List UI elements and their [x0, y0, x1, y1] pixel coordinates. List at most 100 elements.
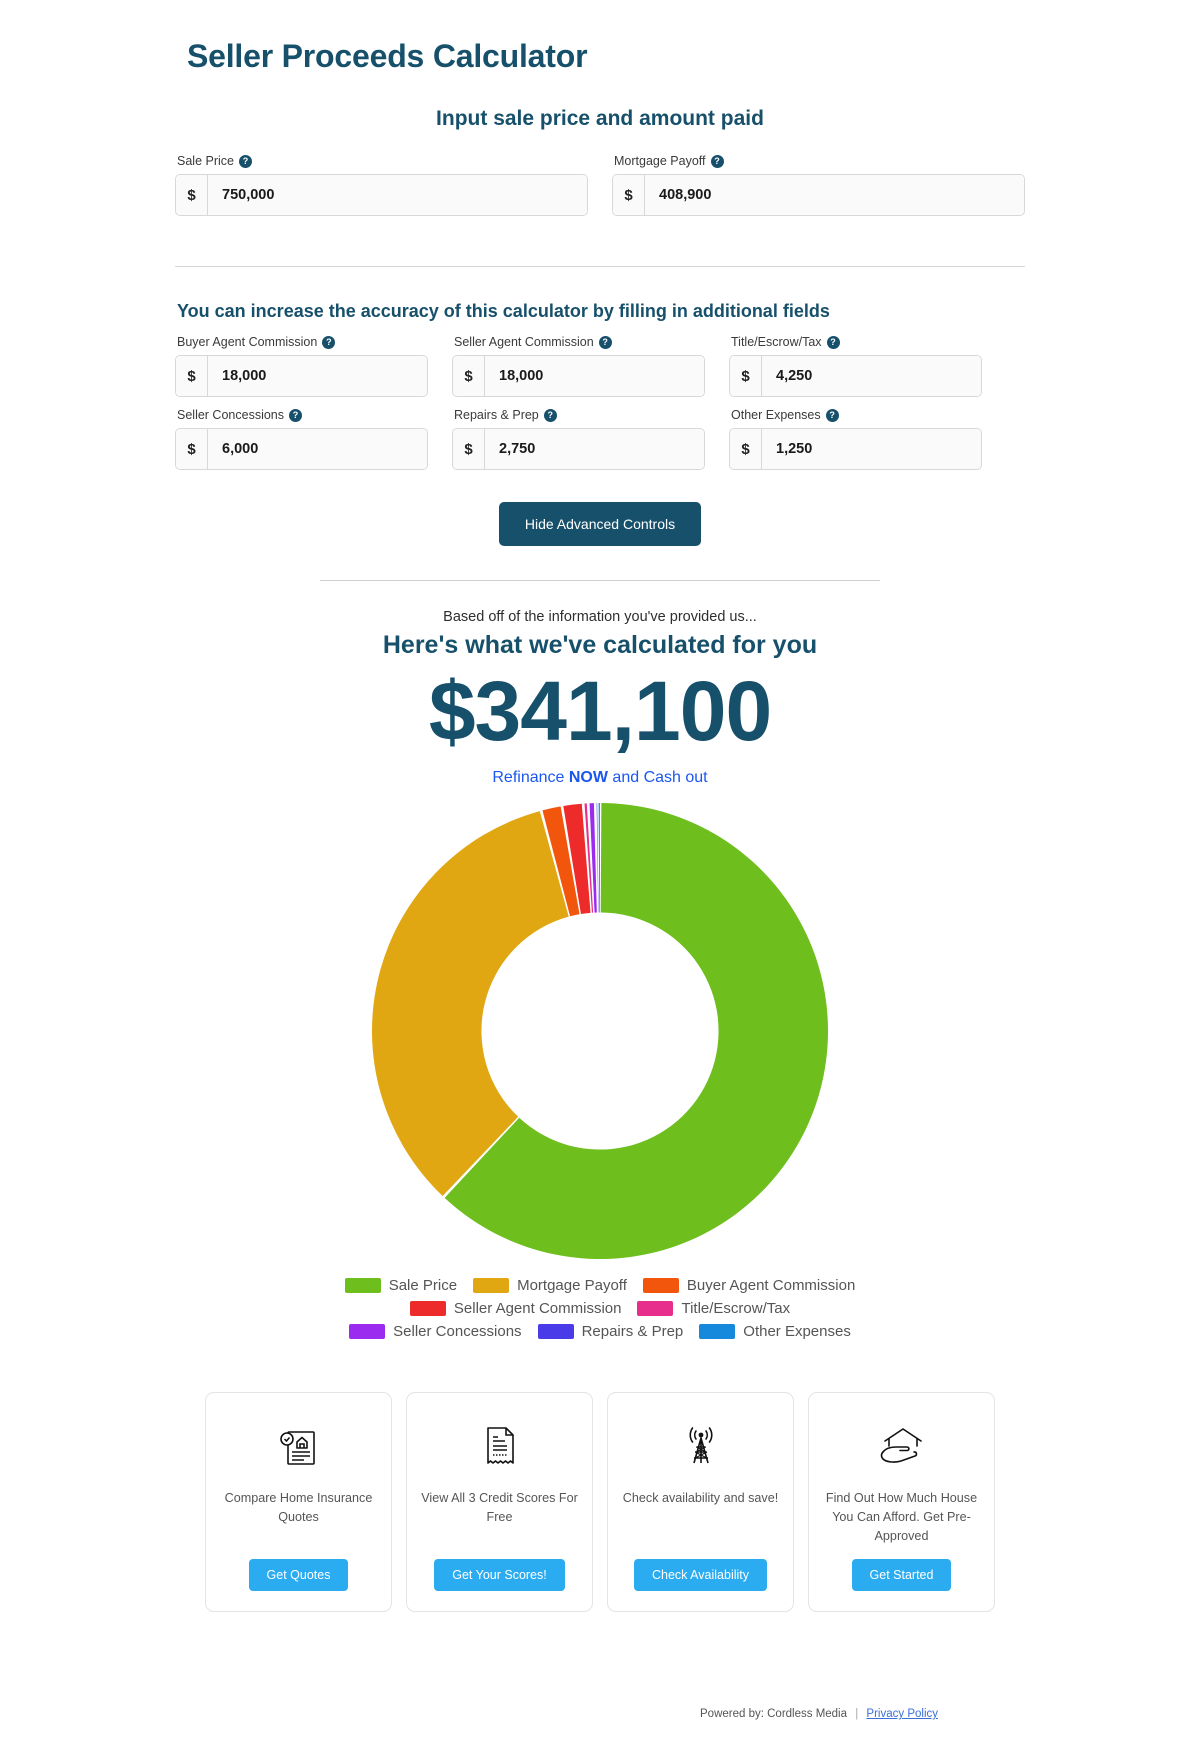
input-sale-price[interactable]: 750,000 — [208, 175, 587, 215]
legend-swatch-other-expenses — [699, 1323, 736, 1339]
legend-swatch-title-escrow-tax — [637, 1300, 674, 1316]
privacy-policy-link[interactable]: Privacy Policy — [866, 1708, 938, 1720]
promo-card-2: View All 3 Credit Scores For Free Get You… — [406, 1391, 593, 1613]
label-text-other-expenses: Other Expenses — [731, 408, 821, 422]
currency-addon-seller-concessions: $ — [176, 429, 208, 469]
donut-slice-other-expenses[interactable] — [598, 802, 600, 913]
help-icon-buyer-agent-commission[interactable]: ? — [322, 335, 336, 349]
advanced-toggle-row: Hide Advanced Controls — [175, 502, 1025, 546]
help-icon-seller-concessions[interactable]: ? — [289, 408, 302, 422]
chart-legend: Sale Price Mortgage Payoff Buyer Agent Com… — [175, 1277, 1025, 1340]
label-text-mortgage-payoff: Mortgage Payoff — [614, 154, 706, 168]
input-group-seller-agent-commission[interactable]: $18,000 — [452, 355, 705, 397]
input-group-mortgage-payoff[interactable]: $408,900 — [612, 174, 1025, 216]
legend-item-seller-agent-commission[interactable]: Seller Agent Commission — [409, 1299, 622, 1317]
label-other-expenses: Other Expenses? — [731, 407, 982, 423]
results-lead-text: Based off of the information you've prov… — [443, 609, 757, 625]
legend-item-title-escrow-tax[interactable]: Title/Escrow/Tax — [637, 1300, 790, 1317]
label-text-title-escrow-tax: Title/Escrow/Tax — [731, 335, 822, 349]
currency-addon-seller-agent-commission: $ — [453, 356, 485, 396]
label-buyer-agent-commission: Buyer Agent Commission? — [177, 334, 428, 350]
input-group-seller-concessions[interactable]: $6,000 — [175, 428, 428, 470]
refinance-cash-out-link[interactable]: Refinance NOW and Cash out — [175, 769, 1025, 787]
promo-card-text-3: Check availability and save! — [622, 1490, 779, 1505]
promo-card-button-4[interactable]: Get Started — [851, 1559, 952, 1592]
input-seller-agent-commission[interactable]: 18,000 — [485, 356, 704, 396]
label-text-seller-concessions: Seller Concessions — [177, 408, 284, 422]
legend-label-title-escrow-tax: Title/Escrow/Tax — [681, 1299, 791, 1317]
powered-by-text: Powered by: Cordless Media — [700, 1708, 848, 1720]
label-repairs-and-prep: Repairs & Prep? — [454, 407, 705, 423]
footer: Powered by: Cordless Media | Privacy Pol… — [0, 1708, 1200, 1720]
page-title: Seller Proceeds Calculator — [187, 38, 588, 74]
promo-card-button-1[interactable]: Get Quotes — [248, 1559, 349, 1592]
field-other-expenses: Other Expenses? $1,250 — [729, 407, 982, 470]
input-group-repairs-and-prep[interactable]: $2,750 — [452, 428, 705, 470]
proceeds-breakdown-chart — [175, 801, 1025, 1261]
input-group-buyer-agent-commission[interactable]: $18,000 — [175, 355, 428, 397]
legend-label-buyer-agent-commission: Buyer Agent Commission — [686, 1276, 856, 1294]
help-icon-sale-price[interactable]: ? — [238, 154, 252, 168]
label-title-escrow-tax: Title/Escrow/Tax? — [731, 334, 982, 350]
input-other-expenses[interactable]: 1,250 — [762, 429, 981, 469]
donut-chart-canvas — [370, 801, 830, 1261]
field-buyer-agent-commission: Buyer Agent Commission? $18,000 — [175, 334, 428, 397]
legend-item-other-expenses[interactable]: Other Expenses — [699, 1323, 851, 1340]
advanced-input-row-1: Buyer Agent Commission? $18,000 Seller Age… — [175, 334, 1025, 407]
refinance-link-prefix: Refinance — [492, 768, 569, 786]
refinance-link-emphasis: NOW — [568, 768, 608, 786]
field-title-escrow-tax: Title/Escrow/Tax? $4,250 — [729, 334, 982, 397]
input-seller-concessions[interactable]: 6,000 — [208, 429, 427, 469]
currency-addon-title-escrow-tax: $ — [730, 356, 762, 396]
legend-swatch-seller-agent-commission — [409, 1300, 446, 1316]
promo-card-button-3[interactable]: Check Availability — [633, 1559, 768, 1592]
legend-label-mortgage-payoff: Mortgage Payoff — [517, 1276, 627, 1294]
input-repairs-and-prep[interactable]: 2,750 — [485, 429, 704, 469]
primary-input-row: Sale Price? $750,000 Mortgage Payoff? $408,… — [175, 153, 1025, 226]
input-title-escrow-tax[interactable]: 4,250 — [762, 356, 981, 396]
legend-item-repairs-prep[interactable]: Repairs & Prep — [537, 1323, 683, 1340]
legend-swatch-repairs-prep — [537, 1323, 574, 1339]
section-divider — [175, 266, 1025, 267]
label-text-seller-agent-commission: Seller Agent Commission — [454, 335, 594, 349]
donut-slice-repairs-prep[interactable] — [596, 802, 599, 913]
help-icon-other-expenses[interactable]: ? — [825, 408, 839, 422]
refinance-link-suffix: and Cash out — [607, 768, 708, 786]
help-icon-mortgage-payoff[interactable]: ? — [710, 154, 724, 168]
legend-label-seller-concessions: Seller Concessions — [393, 1322, 522, 1340]
currency-addon-mortgage-payoff: $ — [613, 175, 645, 215]
label-text-sale-price: Sale Price — [177, 154, 234, 168]
input-group-sale-price[interactable]: $750,000 — [175, 174, 588, 216]
label-mortgage-payoff: Mortgage Payoff? — [614, 153, 1025, 169]
legend-swatch-mortgage-payoff — [473, 1277, 510, 1293]
field-mortgage-payoff: Mortgage Payoff? $408,900 — [612, 153, 1025, 216]
input-section-title: Input sale price and amount paid — [436, 107, 764, 130]
label-text-buyer-agent-commission: Buyer Agent Commission — [177, 335, 318, 349]
legend-item-mortgage-payoff[interactable]: Mortgage Payoff — [473, 1277, 627, 1294]
hide-advanced-controls-button[interactable]: Hide Advanced Controls — [498, 502, 702, 546]
legend-item-sale-price[interactable]: Sale Price — [344, 1277, 457, 1294]
promo-card-4: Find Out How Much House You Can Afford. … — [808, 1391, 995, 1613]
legend-label-seller-agent-commission: Seller Agent Commission — [453, 1299, 622, 1317]
input-group-title-escrow-tax[interactable]: $4,250 — [729, 355, 982, 397]
currency-addon-repairs-and-prep: $ — [453, 429, 485, 469]
legend-label-other-expenses: Other Expenses — [743, 1322, 851, 1340]
currency-addon-sale-price: $ — [176, 175, 208, 215]
promo-card-1: Compare Home Insurance Quotes Get Quotes — [205, 1391, 392, 1613]
net-proceeds-amount: $341,100 — [428, 664, 772, 758]
legend-swatch-seller-concessions — [349, 1323, 386, 1339]
promo-card-3: Check availability and save! Check Availa… — [607, 1391, 794, 1613]
advanced-input-row-2: Seller Concessions? $6,000 Repairs & Prep?… — [175, 407, 1025, 480]
help-icon-seller-agent-commission[interactable]: ? — [598, 335, 612, 349]
input-mortgage-payoff[interactable]: 408,900 — [645, 175, 1024, 215]
input-buyer-agent-commission[interactable]: 18,000 — [208, 356, 427, 396]
help-icon-title-escrow-tax[interactable]: ? — [826, 335, 840, 349]
legend-item-buyer-agent-commission[interactable]: Buyer Agent Commission — [642, 1276, 856, 1294]
help-icon-repairs-and-prep[interactable]: ? — [543, 408, 557, 422]
donut-slice-seller-concessions[interactable] — [589, 802, 597, 913]
label-text-repairs-and-prep: Repairs & Prep — [454, 408, 539, 422]
legend-item-seller-concessions[interactable]: Seller Concessions — [349, 1322, 522, 1340]
promo-card-button-2[interactable]: Get Your Scores! — [434, 1559, 565, 1592]
input-group-other-expenses[interactable]: $1,250 — [729, 428, 982, 470]
field-repairs-and-prep: Repairs & Prep? $2,750 — [452, 407, 705, 470]
